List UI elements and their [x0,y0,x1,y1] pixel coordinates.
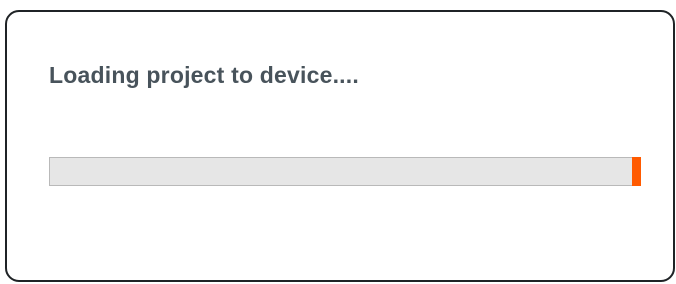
progress-bar [49,157,641,186]
loading-title: Loading project to device.... [49,62,359,88]
loading-dialog: Loading project to device.... [5,10,675,282]
progress-indicator [632,157,641,186]
